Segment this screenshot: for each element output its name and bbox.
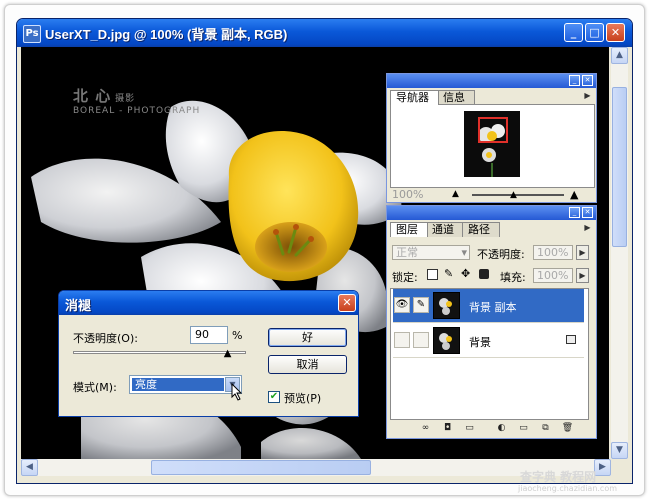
preview-label: 预览(P) — [284, 392, 322, 405]
fill-input[interactable]: 100% — [533, 268, 573, 283]
new-layer-icon[interactable]: ⧉ — [539, 422, 552, 434]
tab-navigator[interactable]: 导航器 — [390, 90, 439, 105]
close-button[interactable]: ✕ — [606, 23, 625, 42]
opacity-unit: % — [232, 329, 243, 342]
opacity-input[interactable]: 100% — [533, 245, 573, 260]
panel-minimize-icon[interactable]: _ — [569, 75, 580, 86]
scroll-right-button[interactable]: ▶ — [594, 459, 611, 476]
site-watermark: 查字典 教程网 — [520, 470, 597, 484]
tab-paths[interactable]: 路径 — [462, 222, 500, 237]
add-mask-icon[interactable]: ◘ — [441, 422, 454, 434]
layer-thumbnail — [433, 327, 460, 354]
zoom-slider-track[interactable] — [472, 194, 564, 196]
maximize-button[interactable]: □ — [585, 23, 604, 42]
panel-minimize-icon[interactable]: _ — [569, 207, 580, 218]
scroll-down-button[interactable]: ▼ — [611, 442, 628, 459]
tab-channels[interactable]: 通道 — [426, 222, 464, 237]
layer-thumbnail-image — [439, 333, 452, 350]
opacity-slider-handle[interactable]: ▲ — [224, 349, 232, 359]
layers-panel: _ ✕ 图层 通道 路径 ▶ 正常 ▾ 不透明度: 100% ▶ 锁定: ✎ ✥… — [386, 205, 597, 439]
eye-icon[interactable]: 👁 — [394, 297, 410, 313]
lock-move-icon[interactable]: ✥ — [461, 267, 470, 280]
window-title: UserXT_D.jpg @ 100% (背景 副本, RGB) — [45, 27, 288, 42]
lock-label: 锁定: — [392, 271, 418, 284]
navigator-preview-area — [390, 104, 595, 188]
brush-icon[interactable]: ✎ — [413, 297, 429, 313]
layers-tabs: 图层 通道 路径 — [390, 222, 500, 237]
layer-name: 背景 — [469, 336, 491, 349]
site-watermark-url: jiaocheng.chazidian.com — [518, 484, 618, 493]
chevron-down-icon: ▾ — [461, 246, 467, 259]
lock-transparency-icon[interactable] — [427, 269, 438, 280]
cancel-button[interactable]: 取消 — [268, 355, 347, 374]
layers-footer-toolbar: ∞ ◘ ▭ ◐ ▭ ⧉ 🗑 — [389, 420, 594, 436]
fade-dialog-titlebar[interactable]: 消褪 ✕ — [59, 291, 358, 315]
layers-list: 👁 ✎ 背景 副本 背景 — [390, 288, 589, 420]
opacity-label: 不透明度(O): — [73, 332, 138, 345]
dialog-close-button[interactable]: ✕ — [338, 294, 356, 312]
panel-menu-arrow-icon[interactable]: ▶ — [583, 91, 592, 101]
visibility-toggle[interactable] — [394, 332, 410, 348]
layer-row-background-copy[interactable]: 👁 ✎ 背景 副本 — [393, 289, 584, 323]
minimize-button[interactable]: _ — [564, 23, 583, 42]
opacity-label: 不透明度: — [477, 248, 525, 261]
zoom-slider-handle[interactable]: ▲ — [510, 190, 517, 200]
link-layers-icon[interactable]: ∞ — [419, 422, 432, 434]
navigator-panel: _ ✕ 导航器 信息 ▶ 100% ▲ ▲ ▲ — [386, 73, 597, 203]
fill-arrow-icon[interactable]: ▶ — [576, 268, 589, 283]
new-group-icon[interactable]: ▭ — [517, 422, 530, 434]
zoom-out-icon[interactable]: ▲ — [452, 189, 459, 199]
navigator-thumbnail[interactable] — [464, 111, 520, 177]
photographer-watermark: 北 心 摄影 BOREAL - PHOTOGRAPH — [73, 87, 201, 116]
layer-row-background[interactable]: 背景 — [393, 324, 584, 358]
lock-icon — [566, 335, 576, 344]
blend-mode-select[interactable]: 正常 ▾ — [392, 245, 470, 260]
navigator-zoom-bar: 100% ▲ ▲ ▲ — [390, 188, 593, 202]
new-set-icon[interactable]: ▭ — [463, 422, 476, 434]
preview-checkbox[interactable]: ✔ — [268, 391, 280, 403]
panel-close-icon[interactable]: ✕ — [582, 207, 593, 218]
layer-name: 背景 副本 — [469, 301, 517, 314]
photoshop-doc-icon: Ps — [23, 25, 41, 43]
tab-layers[interactable]: 图层 — [390, 222, 428, 237]
zoom-value[interactable]: 100% — [392, 188, 423, 201]
navigator-view-box[interactable] — [478, 117, 508, 143]
mode-value: 亮度 — [132, 378, 224, 391]
title-bar[interactable]: Ps UserXT_D.jpg @ 100% (背景 副本, RGB) _ □ … — [17, 19, 632, 47]
fade-dialog-title: 消褪 — [65, 299, 92, 314]
link-toggle[interactable] — [413, 332, 429, 348]
panel-close-icon[interactable]: ✕ — [582, 75, 593, 86]
trash-icon[interactable]: 🗑 — [561, 422, 574, 434]
scroll-up-button[interactable]: ▲ — [611, 47, 628, 64]
mode-select[interactable]: 亮度 ▼ — [129, 375, 242, 394]
opacity-arrow-icon[interactable]: ▶ — [576, 245, 589, 260]
layer-thumbnail — [433, 292, 460, 319]
zoom-in-icon[interactable]: ▲ — [570, 188, 578, 201]
mouse-cursor-icon — [231, 383, 243, 401]
opacity-input[interactable]: 90 — [190, 326, 228, 344]
vertical-scrollbar[interactable]: ▲ ▼ — [611, 47, 628, 459]
navigator-tabs: 导航器 信息 — [390, 90, 475, 105]
ok-button[interactable]: 好 — [268, 328, 347, 347]
adjustment-layer-icon[interactable]: ◐ — [495, 422, 508, 434]
horizontal-scroll-thumb[interactable] — [151, 460, 371, 475]
layer-thumbnail-image — [439, 298, 452, 315]
vertical-scroll-thumb[interactable] — [612, 87, 627, 247]
tab-info[interactable]: 信息 — [437, 90, 475, 105]
layers-panel-titlebar[interactable]: _ ✕ — [387, 206, 596, 220]
fade-dialog: 消褪 ✕ 不透明度(O): 90 % ▲ 模式(M): 亮度 ▼ 好 取消 ✔ … — [58, 290, 359, 417]
fill-label: 填充: — [500, 271, 526, 284]
lock-all-icon[interactable] — [479, 269, 489, 279]
panel-menu-arrow-icon[interactable]: ▶ — [583, 223, 592, 233]
mode-label: 模式(M): — [73, 381, 117, 394]
lock-brush-icon[interactable]: ✎ — [444, 267, 453, 280]
navigator-panel-titlebar[interactable]: _ ✕ — [387, 74, 596, 88]
opacity-slider-track[interactable] — [73, 351, 246, 354]
blend-mode-value: 正常 — [396, 246, 418, 259]
scroll-left-button[interactable]: ◀ — [21, 459, 38, 476]
